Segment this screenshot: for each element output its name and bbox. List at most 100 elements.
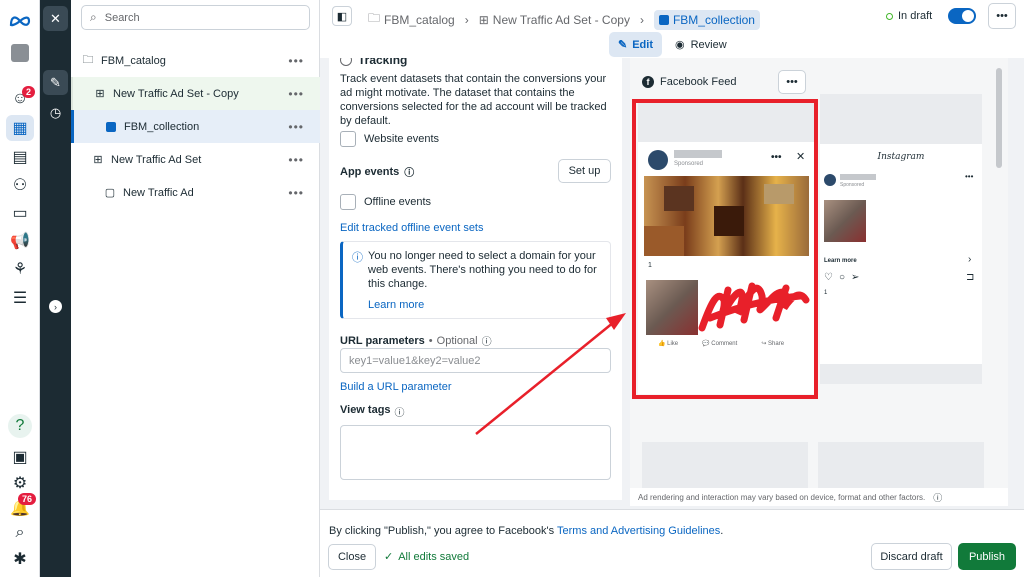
meta-logo-icon[interactable] bbox=[6, 8, 34, 34]
alerts-bell-icon[interactable]: 🔔 76 bbox=[6, 493, 37, 521]
info-icon[interactable]: ⓘ bbox=[482, 333, 492, 348]
account-avatar[interactable] bbox=[6, 40, 34, 66]
more-icon[interactable]: ••• bbox=[288, 87, 304, 101]
mode-tabs: ✎ Edit ◉ Review bbox=[320, 32, 1024, 58]
history-clock-icon[interactable]: ◷ bbox=[43, 100, 68, 125]
post-close-icon[interactable]: ✕ bbox=[796, 150, 805, 163]
info-icon[interactable]: ⓘ bbox=[404, 164, 414, 179]
set-up-button[interactable]: Set up bbox=[558, 159, 611, 183]
more-icon[interactable]: ••• bbox=[288, 54, 304, 68]
checkbox-label: Offline events bbox=[364, 196, 432, 208]
tab-edit[interactable]: ✎ Edit bbox=[609, 32, 662, 57]
tree-item-campaign[interactable]: 🗀 FBM_catalog ••• bbox=[71, 44, 320, 77]
expand-arrow-icon[interactable]: › bbox=[43, 294, 68, 319]
notifications-icon[interactable]: ☺ 2 bbox=[6, 86, 36, 112]
ig-more-icon[interactable]: ••• bbox=[965, 172, 973, 181]
preview-placeholder-left bbox=[642, 442, 808, 492]
draft-toggle[interactable] bbox=[948, 8, 976, 24]
ig-chevron-icon: › bbox=[968, 254, 972, 265]
tree-item-adset[interactable]: ⊞ New Traffic Ad Set ••• bbox=[71, 143, 320, 176]
learn-more-link[interactable]: Learn more bbox=[368, 299, 424, 311]
heart-icon[interactable]: ♡ bbox=[824, 272, 833, 283]
page-name-blurred bbox=[674, 150, 722, 158]
more-icon[interactable]: ••• bbox=[288, 120, 304, 134]
help-icon[interactable]: ? bbox=[8, 414, 32, 438]
breadcrumb-campaign[interactable]: FBM_catalog bbox=[384, 13, 455, 27]
discard-draft-button[interactable]: Discard draft bbox=[871, 543, 952, 570]
preview-scrollbar[interactable] bbox=[996, 68, 1002, 168]
tree-item-adset-copy[interactable]: ⊞ New Traffic Ad Set - Copy ••• bbox=[71, 77, 320, 110]
breadcrumb: 🗀 FBM_catalog › ⊞ New Traffic Ad Set - C… bbox=[368, 9, 760, 30]
disclaimer-text: Ad rendering and interaction may vary ba… bbox=[638, 492, 926, 502]
more-options-button[interactable]: ••• bbox=[988, 3, 1016, 29]
instagram-preview-frame: Instagram Sponsored ••• Learn more › ♡ ○… bbox=[820, 94, 982, 384]
tree-search-input[interactable]: ⌕ Search bbox=[81, 5, 310, 30]
tab-review[interactable]: ◉ Review bbox=[675, 32, 727, 57]
bug-report-icon[interactable]: ✱ bbox=[6, 546, 34, 572]
ad-preview-panel: f Facebook Feed ••• Sponsored ••• ✕ 1 👍 … bbox=[630, 58, 1008, 506]
more-icon[interactable]: ••• bbox=[288, 186, 304, 200]
close-button[interactable]: Close bbox=[328, 544, 376, 570]
post-more-icon[interactable]: ••• bbox=[771, 152, 782, 163]
facebook-icon: f bbox=[642, 76, 654, 88]
folder-icon: 🗀 bbox=[82, 54, 94, 66]
url-parameters-input[interactable]: key1=value1&key2=value2 bbox=[340, 348, 611, 373]
app-events-label: App events bbox=[340, 165, 400, 178]
comment-icon[interactable]: ○ bbox=[839, 272, 845, 283]
build-url-link[interactable]: Build a URL parameter bbox=[340, 381, 451, 393]
reports-icon[interactable]: ▣ bbox=[6, 444, 34, 470]
disclaimer-bar: Ad rendering and interaction may vary ba… bbox=[630, 488, 1008, 506]
view-tags-textarea[interactable] bbox=[340, 425, 611, 480]
breadcrumb-ad[interactable]: FBM_collection bbox=[653, 9, 760, 30]
all-tools-menu-icon[interactable]: ☰ bbox=[6, 285, 34, 311]
close-editor-icon[interactable]: ✕ bbox=[43, 6, 68, 31]
breadcrumb-ad-label: FBM_collection bbox=[672, 12, 755, 27]
pages-icon[interactable]: ▤ bbox=[6, 144, 34, 170]
ig-actions: ♡ ○ ➢ bbox=[824, 272, 859, 283]
search-placeholder: Search bbox=[104, 11, 140, 24]
bookmark-icon[interactable]: ⊐ bbox=[966, 272, 974, 283]
tree-item-ad[interactable]: ▢ New Traffic Ad ••• bbox=[71, 176, 320, 209]
campaigns-megaphone-icon[interactable]: 📢 bbox=[6, 228, 34, 254]
more-icon[interactable]: ••• bbox=[288, 153, 304, 167]
ads-manager-table-icon[interactable]: ▦ bbox=[6, 115, 34, 141]
share-action[interactable]: ↪ Share bbox=[761, 340, 784, 347]
like-action[interactable]: 👍 Like bbox=[658, 340, 678, 347]
events-manager-icon[interactable]: ⚘ bbox=[6, 256, 34, 282]
domain-info-banner: ⓘ You no longer need to select a domain … bbox=[340, 241, 611, 319]
editor-form: Tracking Track event datasets that conta… bbox=[329, 58, 622, 500]
edit-pencil-icon[interactable]: ✎ bbox=[43, 70, 68, 95]
website-events-checkbox[interactable]: Website events bbox=[340, 131, 439, 147]
send-icon[interactable]: ➢ bbox=[851, 272, 859, 283]
search-icon[interactable]: ⌕ bbox=[6, 520, 34, 546]
editor-mode-rail: ✕ ✎ ◷ › bbox=[40, 0, 71, 577]
terms-link[interactable]: Terms and Advertising Guidelines bbox=[557, 525, 720, 537]
breadcrumb-adset[interactable]: New Traffic Ad Set - Copy bbox=[493, 13, 630, 27]
tree-item-label: FBM_catalog bbox=[101, 54, 166, 67]
preview-more-button[interactable]: ••• bbox=[778, 70, 806, 94]
ig-name-blurred bbox=[840, 174, 876, 180]
footer-bar: By clicking "Publish," you agree to Face… bbox=[320, 509, 1024, 577]
draft-status: In draft bbox=[886, 10, 932, 22]
ig-image-pixelated bbox=[824, 200, 866, 242]
status-label: In draft bbox=[898, 10, 933, 22]
edit-offline-link[interactable]: Edit tracked offline event sets bbox=[340, 222, 484, 234]
eye-icon: ◉ bbox=[675, 39, 685, 51]
save-status-label: All edits saved bbox=[398, 550, 470, 563]
audiences-icon[interactable]: ⚇ bbox=[6, 172, 34, 198]
preview-placeholder-right bbox=[818, 442, 984, 492]
toggle-panel-icon[interactable]: ◧ bbox=[332, 6, 352, 26]
agreement-text: By clicking "Publish," you agree to Face… bbox=[329, 525, 557, 537]
publish-button[interactable]: Publish bbox=[958, 543, 1016, 570]
comment-action[interactable]: 💬 Comment bbox=[702, 340, 737, 347]
info-icon[interactable]: ⓘ bbox=[933, 491, 942, 504]
folder-icon: 🗀 bbox=[368, 11, 381, 25]
offline-events-checkbox[interactable]: Offline events bbox=[340, 194, 431, 210]
placement-selector[interactable]: f Facebook Feed bbox=[642, 76, 736, 88]
search-icon: ⌕ bbox=[90, 10, 97, 24]
billing-icon[interactable]: ▭ bbox=[6, 200, 34, 226]
view-tags-heading: View tags ⓘ bbox=[340, 404, 405, 419]
tree-item-ad-selected[interactable]: FBM_collection ••• bbox=[71, 110, 320, 143]
ig-learn-more[interactable]: Learn more bbox=[824, 258, 857, 264]
info-icon[interactable]: ⓘ bbox=[395, 404, 405, 419]
